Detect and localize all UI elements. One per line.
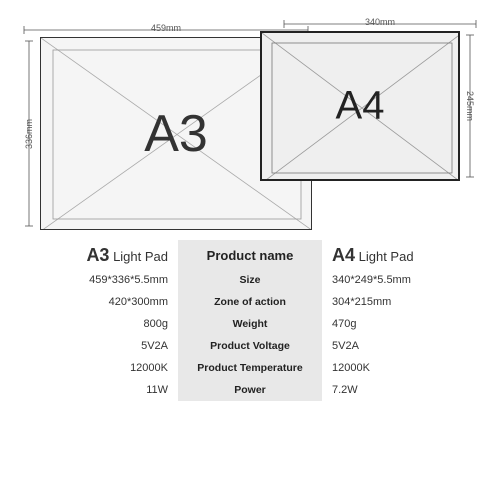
spec-mid-4: Product Temperature <box>178 357 322 379</box>
spec-left-3: 5V2A <box>10 335 178 357</box>
a4-bold-label: A4 <box>332 245 355 265</box>
table-row: 459*336*5.5mmSize340*249*5.5mm <box>10 269 490 291</box>
spec-mid-0: Size <box>178 269 322 291</box>
specs-table-section: A3 Light Pad Product name A4 Light Pad 4… <box>0 230 500 500</box>
a3-light-label: Light Pad <box>109 249 168 264</box>
table-row: 800gWeight470g <box>10 313 490 335</box>
a3-height-dim: 336mm <box>20 37 38 230</box>
table-row: 420*300mmZone of action304*215mm <box>10 291 490 313</box>
spec-left-1: 420*300mm <box>10 291 178 313</box>
spec-left-4: 12000K <box>10 357 178 379</box>
spec-left-5: 11W <box>10 379 178 401</box>
spec-left-0: 459*336*5.5mm <box>10 269 178 291</box>
spec-right-5: 7.2W <box>322 379 490 401</box>
spec-mid-2: Weight <box>178 313 322 335</box>
a3-bold-label: A3 <box>86 245 109 265</box>
diagram-section: 459mm 336mm A3 <box>0 0 500 230</box>
a4-pad: A4 <box>260 31 460 181</box>
a3-header: A3 Light Pad <box>10 240 178 269</box>
product-name-header: Product name <box>178 240 322 269</box>
a4-width-line <box>280 17 480 31</box>
spec-right-4: 12000K <box>322 357 490 379</box>
a4-width-dim: 340mm <box>280 17 480 27</box>
spec-left-2: 800g <box>10 313 178 335</box>
spec-right-0: 340*249*5.5mm <box>322 269 490 291</box>
table-row: 11WPower7.2W <box>10 379 490 401</box>
spec-mid-1: Zone of action <box>178 291 322 313</box>
specs-table: A3 Light Pad Product name A4 Light Pad 4… <box>10 240 490 401</box>
table-row: 5V2AProduct Voltage5V2A <box>10 335 490 357</box>
size-comparison-diagram: 459mm 336mm A3 <box>20 15 480 230</box>
spec-mid-3: Product Voltage <box>178 335 322 357</box>
spec-right-2: 470g <box>322 313 490 335</box>
table-header-row: A3 Light Pad Product name A4 Light Pad <box>10 240 490 269</box>
a4-light-label: Light Pad <box>355 249 414 264</box>
a4-height-dim: 245mm <box>460 31 480 181</box>
a3-label: A3 <box>144 104 208 164</box>
table-row: 12000KProduct Temperature12000K <box>10 357 490 379</box>
a4-header: A4 Light Pad <box>322 240 490 269</box>
spec-right-1: 304*215mm <box>322 291 490 313</box>
spec-mid-5: Power <box>178 379 322 401</box>
a4-label: A4 <box>336 84 385 129</box>
spec-right-3: 5V2A <box>322 335 490 357</box>
